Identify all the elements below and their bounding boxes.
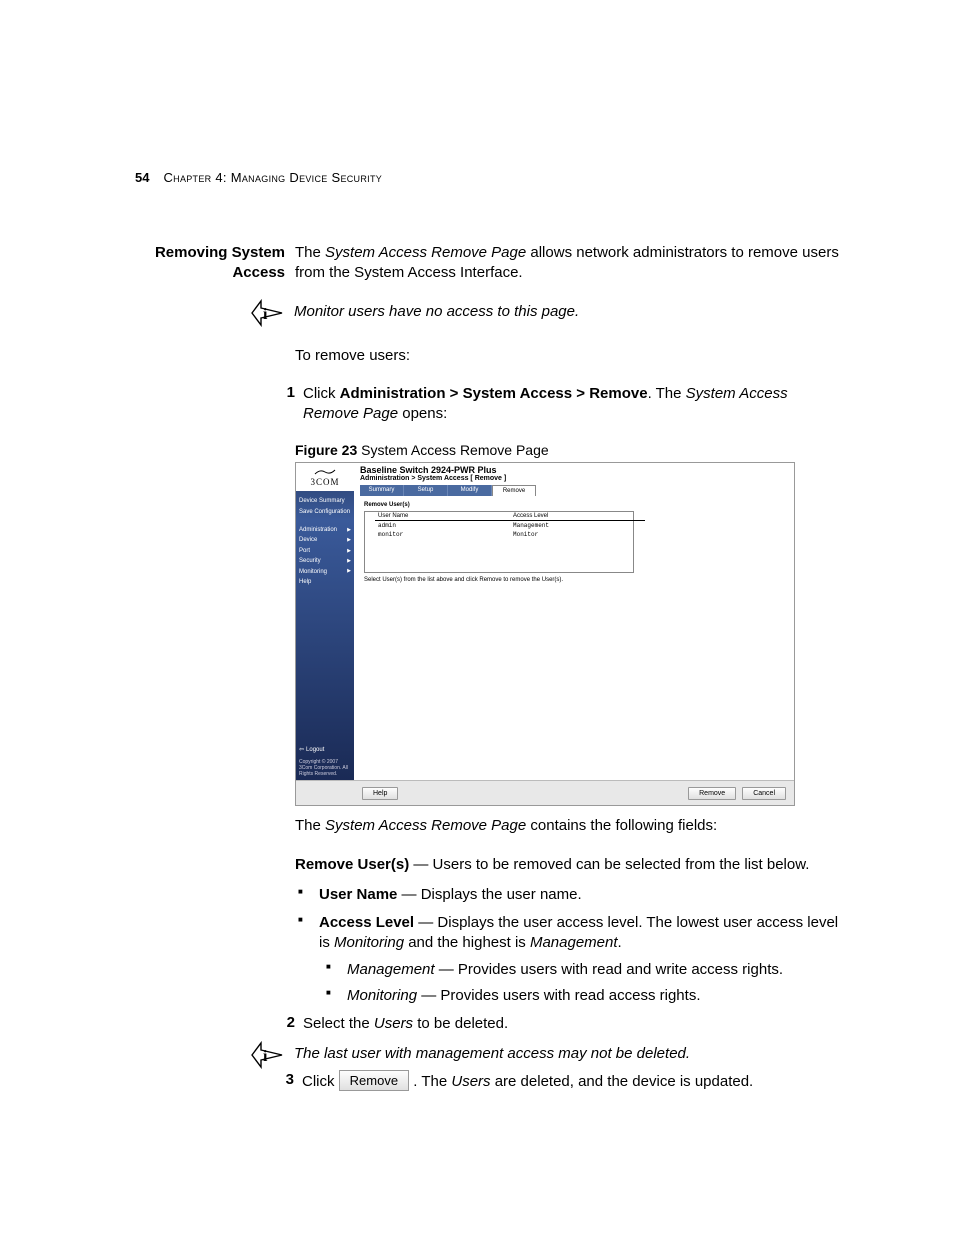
- cancel-button[interactable]: Cancel: [742, 787, 786, 800]
- note1-text: Monitor users have no access to this pag…: [294, 302, 579, 322]
- svg-text:i: i: [263, 306, 268, 323]
- table-header-row: User Name Access Level: [375, 512, 645, 521]
- remove-button[interactable]: Remove: [688, 787, 736, 800]
- to-remove-label: To remove users:: [295, 346, 844, 366]
- table-header-user: User Name: [375, 512, 510, 521]
- side-logout[interactable]: ⇦Logout: [296, 743, 354, 756]
- figure-sidebar: 3COM Device Summary Save Configuration A…: [296, 463, 354, 780]
- logout-icon: ⇦: [299, 746, 304, 753]
- side-device[interactable]: Device▶: [299, 535, 351, 545]
- inline-remove-button[interactable]: Remove: [339, 1070, 409, 1092]
- chevron-right-icon: ▶: [347, 558, 351, 565]
- tab-summary[interactable]: Summary: [360, 485, 404, 496]
- remove-users-field: Remove User(s) — Users to be removed can…: [295, 855, 844, 875]
- side-device-summary[interactable]: Device Summary: [299, 496, 351, 506]
- svg-text:i: i: [263, 1048, 268, 1065]
- section-body: The System Access Remove Page allows net…: [295, 243, 844, 1092]
- step-1-number: 1: [273, 384, 303, 401]
- info-note-2: i The last user with management access m…: [295, 1044, 844, 1092]
- figure-table[interactable]: User Name Access Level admin Management …: [364, 511, 634, 573]
- side-save-config[interactable]: Save Configuration: [299, 507, 351, 517]
- step-2-number: 2: [273, 1014, 303, 1031]
- chevron-right-icon: ▶: [347, 548, 351, 555]
- page: 54 Chapter 4: Managing Device Security R…: [0, 0, 954, 1172]
- table-row[interactable]: admin Management: [375, 521, 645, 531]
- side-administration[interactable]: Administration▶: [299, 525, 351, 535]
- intro-paragraph: The System Access Remove Page allows net…: [295, 243, 844, 284]
- side-monitoring[interactable]: Monitoring▶: [299, 567, 351, 577]
- tab-remove[interactable]: Remove: [492, 485, 536, 496]
- field-list: User Name — Displays the user name. Acce…: [295, 885, 844, 1006]
- step-1: 1 Click Administration > System Access >…: [295, 384, 844, 425]
- chevron-right-icon: ▶: [347, 537, 351, 544]
- figure-table-note: Select User(s) from the list above and c…: [354, 573, 794, 587]
- side-security[interactable]: Security▶: [299, 556, 351, 566]
- logo-icon: [314, 468, 336, 476]
- info-note-1: i Monitor users have no access to this p…: [295, 302, 844, 328]
- page-header: 54 Chapter 4: Managing Device Security: [135, 170, 844, 185]
- figure-bottom-bar: Help Remove Cancel: [296, 780, 794, 805]
- sub-list: Management — Provides users with read an…: [323, 960, 844, 1007]
- help-button[interactable]: Help: [362, 787, 398, 800]
- step-3-text: Click Remove . The Users are deleted, an…: [302, 1071, 753, 1093]
- section-heading-line2: Access: [135, 263, 285, 283]
- step-1-text: Click Administration > System Access > R…: [303, 384, 844, 425]
- step-3: 3 Click Remove . The Users are deleted, …: [294, 1071, 844, 1093]
- step-3-number: 3: [272, 1071, 302, 1088]
- table-row[interactable]: monitor Monitor: [375, 530, 645, 539]
- info-icon: i: [250, 298, 284, 328]
- chapter-label: Chapter 4: Managing Device Security: [163, 170, 382, 185]
- figure-screenshot: 3COM Device Summary Save Configuration A…: [295, 462, 795, 806]
- list-item-user-name: User Name — Displays the user name.: [295, 885, 844, 905]
- side-port[interactable]: Port▶: [299, 546, 351, 556]
- figure-tabs: Summary Setup Modify Remove: [354, 485, 794, 496]
- sub-item-monitoring: Monitoring — Provides users with read ac…: [323, 986, 844, 1006]
- side-copyright: Copyright © 2007 3Com Corporation. All R…: [296, 756, 354, 780]
- step-2: 2 Select the Users to be deleted.: [295, 1014, 844, 1034]
- figure-main: Baseline Switch 2924-PWR Plus Administra…: [354, 463, 794, 780]
- figure-breadcrumb: Administration > System Access [ Remove …: [354, 475, 794, 485]
- section-heading-col: Removing System Access: [135, 243, 295, 284]
- figure-panel-label: Remove User(s): [354, 496, 794, 511]
- after-figure-text: The System Access Remove Page contains t…: [295, 816, 844, 836]
- tab-modify[interactable]: Modify: [448, 485, 492, 496]
- list-item-access-level: Access Level — Displays the user access …: [295, 913, 844, 1006]
- section-row: Removing System Access The System Access…: [135, 243, 844, 1092]
- tab-setup[interactable]: Setup: [404, 485, 448, 496]
- info-icon: i: [250, 1040, 284, 1070]
- note2-text: The last user with management access may…: [294, 1044, 844, 1064]
- figure-product-title: Baseline Switch 2924-PWR Plus: [354, 463, 794, 475]
- logo-brand: 3COM: [310, 477, 339, 487]
- page-number: 54: [135, 170, 149, 185]
- step-2-text: Select the Users to be deleted.: [303, 1014, 508, 1034]
- table-header-access: Access Level: [510, 512, 645, 521]
- figure-caption: Figure 23 System Access Remove Page: [295, 442, 844, 458]
- chevron-right-icon: ▶: [347, 527, 351, 534]
- chevron-right-icon: ▶: [347, 568, 351, 575]
- sub-item-management: Management — Provides users with read an…: [323, 960, 844, 980]
- section-heading-line1: Removing System: [135, 243, 285, 263]
- side-help[interactable]: Help: [299, 577, 351, 587]
- figure-logo: 3COM: [296, 463, 354, 491]
